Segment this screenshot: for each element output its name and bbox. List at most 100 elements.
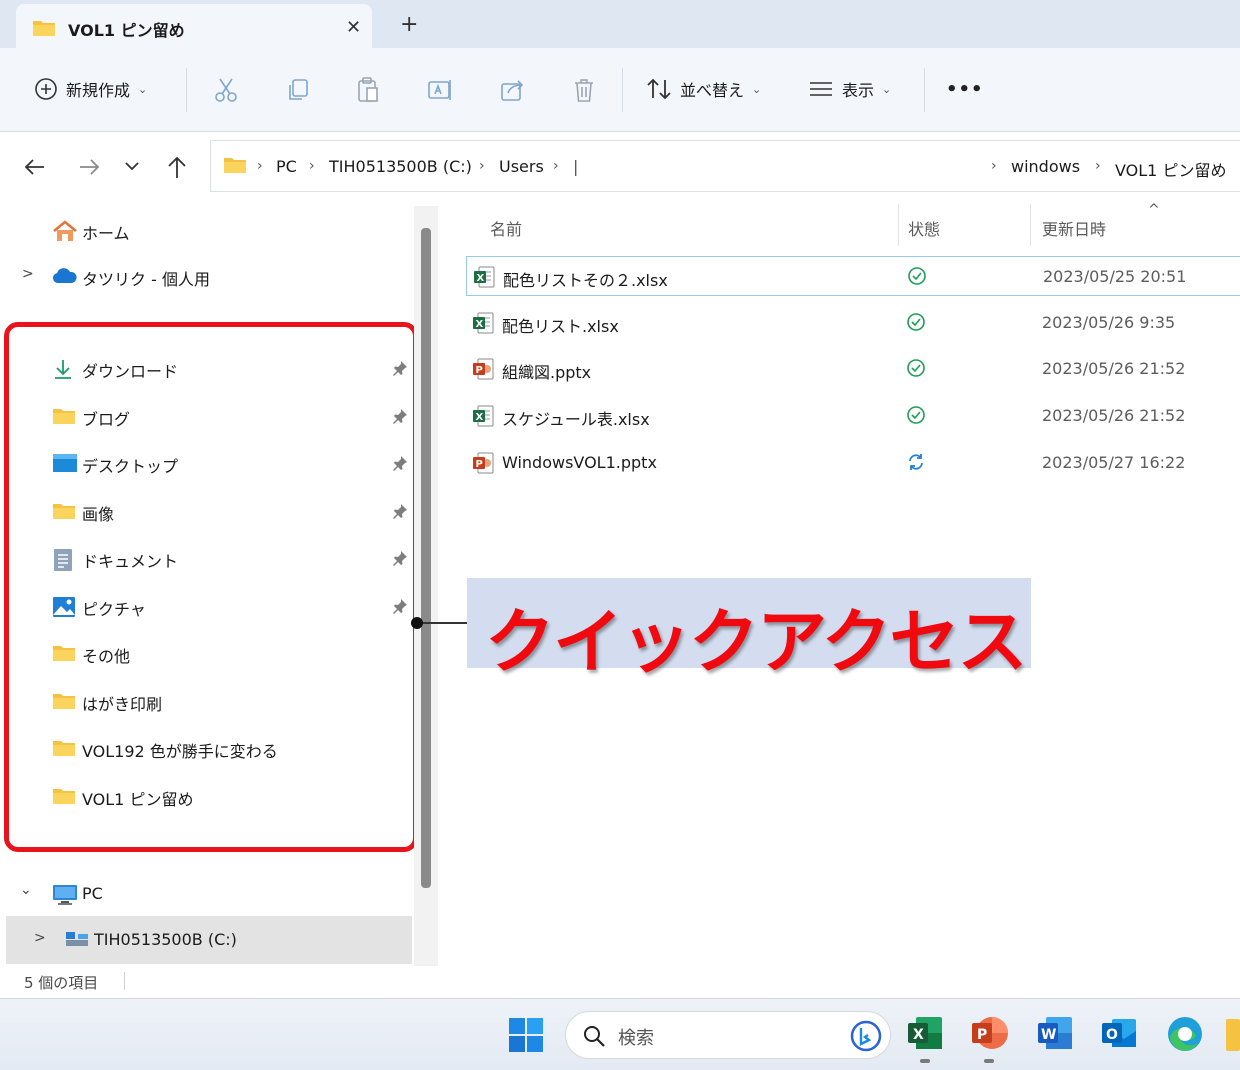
sync-pending-icon xyxy=(906,452,926,472)
close-tab-icon[interactable]: ✕ xyxy=(346,17,361,38)
file-name: WindowsVOL1.pptx xyxy=(502,452,657,472)
breadcrumb-separator: › xyxy=(991,158,997,174)
more-options-button[interactable]: ••• xyxy=(946,74,984,104)
navigation-row: › PC › TIH0513500B (C:) › Users › | › wi… xyxy=(0,132,1240,202)
sync-complete-icon xyxy=(906,358,926,378)
excel-file-icon: X xyxy=(472,405,494,427)
sidebar-item-home[interactable]: ホーム xyxy=(0,212,412,248)
word-icon[interactable]: W xyxy=(1036,1015,1074,1051)
outlook-icon[interactable]: O xyxy=(1100,1015,1138,1051)
divider xyxy=(924,68,925,112)
start-icon[interactable] xyxy=(508,1017,544,1053)
drive-icon xyxy=(64,930,90,948)
excel-icon[interactable]: X xyxy=(906,1015,944,1051)
title-bar: VOL1 ピン留め ✕ + xyxy=(0,0,1240,48)
scrollbar-thumb[interactable] xyxy=(421,228,431,888)
svg-text:O: O xyxy=(1106,1027,1118,1043)
breadcrumb-separator: › xyxy=(1095,158,1101,174)
computer-icon xyxy=(52,884,78,906)
chevron-down-icon: ⌄ xyxy=(882,82,892,96)
file-modified: 2023/05/26 9:35 xyxy=(1042,312,1176,332)
sidebar-item-onedrive[interactable]: > タツリク - 個人用 xyxy=(0,258,412,294)
svg-text:X: X xyxy=(476,319,484,330)
sidebar-item-pc[interactable]: ⌄ PC xyxy=(0,876,412,912)
list-view-icon xyxy=(808,79,834,99)
excel-file-icon: X xyxy=(472,312,494,334)
expand-chevron-icon[interactable]: > xyxy=(22,266,34,282)
file-row[interactable]: X 配色リストその２.xlsx 2023/05/25 20:51 xyxy=(466,256,1240,296)
file-row[interactable]: X 配色リスト.xlsx 2023/05/26 9:35 xyxy=(466,303,1240,343)
search-placeholder: 検索 xyxy=(618,1028,654,1049)
column-header-status[interactable]: 状態 xyxy=(908,216,940,240)
cut-icon[interactable] xyxy=(212,76,240,104)
up-arrow-icon[interactable] xyxy=(166,156,188,180)
powerpoint-file-icon: P xyxy=(472,452,494,474)
sync-complete-icon xyxy=(907,266,927,286)
paste-icon[interactable] xyxy=(354,76,382,104)
file-row[interactable]: P WindowsVOL1.pptx 2023/05/27 16:22 xyxy=(466,443,1240,483)
chevron-down-icon: ⌄ xyxy=(752,82,762,96)
sidebar-item-drive[interactable]: > TIH0513500B (C:) xyxy=(6,916,412,964)
collapse-chevron-icon[interactable]: ⌄ xyxy=(20,882,32,898)
powerpoint-icon[interactable]: P xyxy=(970,1015,1008,1051)
svg-text:W: W xyxy=(1041,1027,1056,1043)
view-label: 表示 xyxy=(842,81,875,100)
expand-chevron-icon[interactable]: > xyxy=(34,930,46,946)
copy-icon[interactable] xyxy=(284,76,312,104)
divider xyxy=(622,68,623,112)
breadcrumb-hidden: | xyxy=(573,157,579,176)
divider xyxy=(186,68,187,112)
new-button[interactable]: 新規作成 ⌄ xyxy=(34,74,147,104)
tab-title: VOL1 ピン留め xyxy=(68,21,185,40)
quick-access-highlight xyxy=(4,322,418,852)
file-explorer-icon[interactable] xyxy=(1226,1017,1240,1053)
chevron-down-icon: ⌄ xyxy=(138,82,148,96)
running-indicator xyxy=(984,1059,994,1063)
powerpoint-file-icon: P xyxy=(472,358,494,380)
callout-label: クイックアクセス xyxy=(467,578,1031,683)
column-header-name[interactable]: 名前 xyxy=(490,216,522,240)
sidebar-label: タツリク - 個人用 xyxy=(82,270,210,289)
sort-ascending-icon: ^ xyxy=(1148,202,1160,218)
sort-button[interactable]: 並べ替え ⌄ xyxy=(646,74,761,104)
file-name: 配色リストその２.xlsx xyxy=(503,271,668,290)
callout-connector xyxy=(416,622,468,624)
sidebar-label: TIH0513500B (C:) xyxy=(94,930,237,949)
breadcrumb-users[interactable]: Users xyxy=(499,157,544,176)
column-divider[interactable] xyxy=(898,204,899,246)
breadcrumb-separator: › xyxy=(257,158,263,174)
edge-icon[interactable] xyxy=(1166,1015,1204,1053)
view-button[interactable]: 表示 ⌄ xyxy=(808,74,891,104)
navigation-pane: ホーム > タツリク - 個人用 ダウンロード ブログ デスクトップ 画像 ドキュメント… xyxy=(0,202,440,966)
rename-icon[interactable] xyxy=(426,76,454,104)
excel-file-icon: X xyxy=(473,266,495,288)
file-row[interactable]: X スケジュール表.xlsx 2023/05/26 21:52 xyxy=(466,396,1240,436)
address-bar[interactable]: › PC › TIH0513500B (C:) › Users › | › wi… xyxy=(210,140,1240,192)
share-icon[interactable] xyxy=(498,76,526,104)
file-modified: 2023/05/26 21:52 xyxy=(1042,359,1186,379)
running-indicator xyxy=(920,1059,930,1063)
forward-arrow-icon[interactable] xyxy=(78,156,100,178)
breadcrumb-pc[interactable]: PC xyxy=(276,157,297,176)
breadcrumb-drive[interactable]: TIH0513500B (C:) xyxy=(329,157,472,176)
new-tab-button[interactable]: + xyxy=(400,12,418,37)
breadcrumb-separator: › xyxy=(479,158,485,174)
svg-text:P: P xyxy=(476,459,483,470)
column-header-modified[interactable]: 更新日時 xyxy=(1042,216,1106,240)
bing-icon[interactable] xyxy=(850,1020,882,1052)
svg-text:X: X xyxy=(477,273,485,284)
file-row[interactable]: P 組織図.pptx 2023/05/26 21:52 xyxy=(466,349,1240,389)
file-name: 組織図.pptx xyxy=(502,363,592,383)
tab-vol1[interactable]: VOL1 ピン留め ✕ xyxy=(16,4,372,48)
sidebar-label: PC xyxy=(82,884,103,903)
recent-chevron-icon[interactable] xyxy=(124,160,140,172)
breadcrumb-current[interactable]: VOL1 ピン留め xyxy=(1115,157,1226,181)
file-modified: 2023/05/25 20:51 xyxy=(1043,267,1187,286)
taskbar-search[interactable]: 検索 xyxy=(565,1011,891,1059)
breadcrumb-windows[interactable]: windows xyxy=(1011,157,1080,176)
back-arrow-icon[interactable] xyxy=(24,156,46,178)
file-modified: 2023/05/26 21:52 xyxy=(1042,406,1186,426)
column-divider[interactable] xyxy=(1030,204,1031,246)
sync-complete-icon xyxy=(906,405,926,425)
delete-icon[interactable] xyxy=(570,76,598,104)
